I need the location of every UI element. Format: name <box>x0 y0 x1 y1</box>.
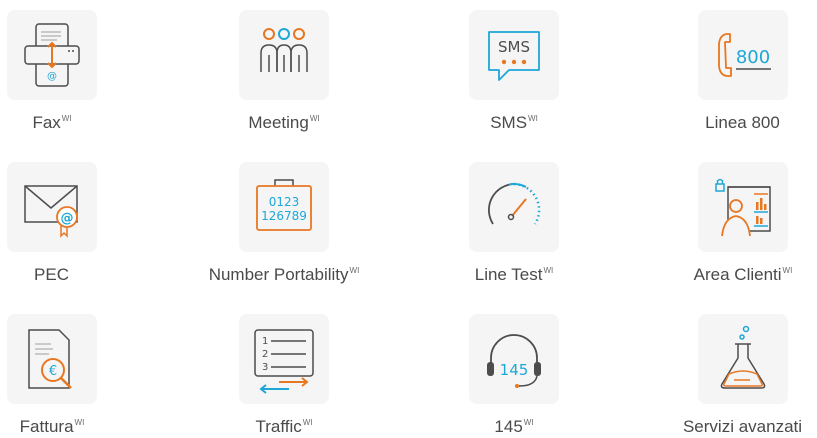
phone-800-icon: 800 <box>718 33 771 77</box>
icon-box <box>698 314 788 404</box>
service-tile-traffic[interactable]: 1 2 3 TrafficWI <box>164 314 404 437</box>
svg-text:126789: 126789 <box>261 209 307 223</box>
icon-box: 800 <box>698 10 788 100</box>
service-label: Line TestWI <box>474 265 554 284</box>
invoice-icon: € <box>28 329 72 389</box>
service-label: PEC <box>34 265 69 284</box>
svg-text:3: 3 <box>262 362 268 373</box>
traffic-list-icon: 1 2 3 <box>254 329 314 394</box>
service-tile-number-portability[interactable]: 0123 126789 Number PortabilityWI <box>164 162 404 285</box>
service-tile-fax[interactable]: @ FaxWI <box>0 10 172 133</box>
service-tile-servizi-avanzati[interactable]: Servizi avanzati <box>623 314 817 437</box>
sms-icon: SMS <box>488 31 540 81</box>
icon-box: @ <box>7 10 97 100</box>
service-label: Area ClientiWI <box>693 265 793 284</box>
service-label: Number PortabilityWI <box>208 265 360 284</box>
fax-icon: @ <box>24 23 80 87</box>
service-tile-line-test[interactable]: Line TestWI <box>394 162 634 285</box>
service-label: Servizi avanzati <box>682 417 803 436</box>
service-tile-meeting[interactable]: MeetingWI <box>164 10 404 133</box>
client-dashboard-icon <box>715 178 771 237</box>
service-label: FatturaWI <box>19 417 85 436</box>
svg-text:SMS: SMS <box>498 38 530 56</box>
service-tile-linea-800[interactable]: 800 Linea 800 <box>623 10 817 133</box>
svg-text:€: € <box>49 364 57 379</box>
certified-mail-icon: @ <box>24 185 78 238</box>
service-label: FaxWI <box>32 113 72 132</box>
service-tile-fattura[interactable]: € FatturaWI <box>0 314 172 437</box>
service-tile-145[interactable]: 145 145WI <box>394 314 634 437</box>
svg-text:145: 145 <box>500 361 529 379</box>
icon-box: € <box>7 314 97 404</box>
icon-box <box>239 10 329 100</box>
svg-text:800: 800 <box>736 47 770 68</box>
service-label: 145WI <box>494 417 534 436</box>
svg-text:1: 1 <box>262 336 268 347</box>
gauge-icon <box>488 182 541 225</box>
number-portability-icon: 0123 126789 <box>256 179 312 231</box>
svg-text:2: 2 <box>262 349 268 360</box>
icon-box <box>469 162 559 252</box>
icon-box: 145 <box>469 314 559 404</box>
svg-text:0123: 0123 <box>269 195 300 209</box>
service-label: TrafficWI <box>255 417 313 436</box>
icon-box <box>698 162 788 252</box>
services-grid: @ FaxWI MeetingWI SMS SMSWI 800 Linea 80… <box>0 0 817 438</box>
icon-box: 1 2 3 <box>239 314 329 404</box>
meeting-icon <box>260 28 308 72</box>
headset-icon: 145 <box>487 334 541 388</box>
service-tile-area-clienti[interactable]: Area ClientiWI <box>623 162 817 285</box>
service-label: SMSWI <box>490 113 538 132</box>
svg-text:@: @ <box>47 71 57 82</box>
icon-box: @ <box>7 162 97 252</box>
svg-text:@: @ <box>61 211 74 226</box>
icon-box: SMS <box>469 10 559 100</box>
icon-box: 0123 126789 <box>239 162 329 252</box>
service-tile-pec[interactable]: @ PEC <box>0 162 172 285</box>
service-tile-sms[interactable]: SMS SMSWI <box>394 10 634 133</box>
service-label: Linea 800 <box>705 113 780 132</box>
service-label: MeetingWI <box>248 113 320 132</box>
flask-icon <box>720 325 766 389</box>
